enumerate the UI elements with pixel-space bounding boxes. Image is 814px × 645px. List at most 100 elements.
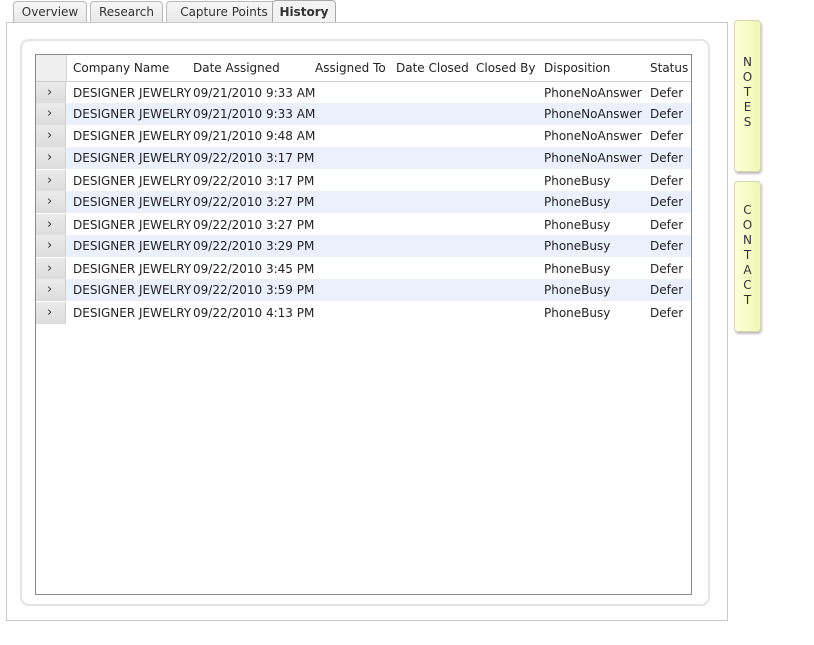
table-row[interactable]: › DESIGNER JEWELRY 09/22/2010 3:17 PM Phone… (36, 147, 691, 169)
cell-status: Defer (650, 195, 684, 209)
side-tab-letter: T (743, 85, 752, 99)
cell-status: Defer (650, 262, 684, 276)
cell-date-assigned: 09/21/2010 9:33 AM (193, 86, 316, 100)
row-expand-button[interactable]: › (36, 302, 66, 324)
side-tab-letter: C (743, 278, 752, 292)
cell-date-assigned: 09/21/2010 9:33 AM (193, 107, 316, 121)
column-header-status[interactable]: Status (650, 55, 688, 81)
cell-disposition: PhoneBusy (544, 283, 611, 297)
row-expand-button[interactable]: › (36, 147, 66, 169)
side-tab-letter: N (743, 55, 752, 69)
cell-status: Defer (650, 174, 684, 188)
cell-company-name: DESIGNER JEWELRY (73, 86, 192, 100)
side-tab-letter: O (742, 70, 753, 84)
column-header-disposition[interactable]: Disposition (544, 55, 610, 81)
cell-date-assigned: 09/22/2010 3:17 PM (193, 174, 315, 188)
cell-disposition: PhoneBusy (544, 174, 611, 188)
table-row[interactable]: › DESIGNER JEWELRY 09/22/2010 3:29 PM Phone… (36, 235, 691, 257)
contact-side-tab-label: CONTACT (735, 203, 760, 308)
chevron-right-icon: › (47, 85, 53, 100)
row-expand-button[interactable]: › (36, 279, 66, 301)
cell-company-name: DESIGNER JEWELRY (73, 107, 192, 121)
side-tab-letter: T (743, 248, 752, 262)
row-expand-button[interactable]: › (36, 125, 66, 147)
table-row[interactable]: › DESIGNER JEWELRY 09/22/2010 3:17 PM Phone… (36, 170, 691, 192)
table-row[interactable]: › DESIGNER JEWELRY 09/22/2010 3:27 PM Phone… (36, 214, 691, 236)
row-expand-button[interactable]: › (36, 258, 66, 280)
cell-disposition: PhoneBusy (544, 195, 611, 209)
contact-side-tab[interactable]: CONTACT (734, 181, 761, 332)
side-tab-letter: C (743, 203, 752, 217)
cell-date-assigned: 09/22/2010 3:59 PM (193, 283, 315, 297)
table-row[interactable]: › DESIGNER JEWELRY 09/22/2010 3:45 PM Phone… (36, 258, 691, 280)
cell-disposition: PhoneBusy (544, 218, 611, 232)
chevron-right-icon: › (47, 173, 53, 188)
grid-header: Company Name Date Assigned Assigned To D… (36, 55, 691, 82)
side-tab-letter: T (743, 293, 752, 307)
cell-company-name: DESIGNER JEWELRY (73, 195, 192, 209)
table-row[interactable]: › DESIGNER JEWELRY 09/21/2010 9:33 AM Phone… (36, 82, 691, 104)
table-row[interactable]: › DESIGNER JEWELRY 09/21/2010 9:48 AM Phone… (36, 125, 691, 147)
cell-status: Defer (650, 218, 684, 232)
cell-disposition: PhoneNoAnswer (544, 107, 642, 121)
column-header-date-closed[interactable]: Date Closed (396, 55, 469, 81)
cell-date-assigned: 09/22/2010 3:45 PM (193, 262, 315, 276)
cell-company-name: DESIGNER JEWELRY (73, 306, 192, 320)
row-expand-button[interactable]: › (36, 235, 66, 257)
tab-research[interactable]: Research (90, 1, 163, 22)
tab-capture-points[interactable]: Capture Points (166, 1, 282, 22)
cell-date-assigned: 09/22/2010 3:17 PM (193, 151, 315, 165)
cell-company-name: DESIGNER JEWELRY (73, 239, 192, 253)
cell-disposition: PhoneBusy (544, 262, 611, 276)
grid-header-corner (36, 55, 67, 81)
table-row[interactable]: › DESIGNER JEWELRY 09/22/2010 4:13 PM Phone… (36, 302, 691, 324)
side-tab-letter: S (743, 115, 752, 129)
tab-history[interactable]: History (272, 0, 336, 23)
notes-side-tab-label: NOTES (735, 55, 760, 130)
chevron-right-icon: › (47, 305, 53, 320)
column-header-date-assigned[interactable]: Date Assigned (193, 55, 280, 81)
cell-status: Defer (650, 283, 684, 297)
cell-disposition: PhoneBusy (544, 239, 611, 253)
row-expand-button[interactable]: › (36, 170, 66, 192)
chevron-right-icon: › (47, 282, 53, 297)
cell-status: Defer (650, 239, 684, 253)
side-tab-letter: N (743, 233, 752, 247)
cell-company-name: DESIGNER JEWELRY (73, 218, 192, 232)
chevron-right-icon: › (47, 106, 53, 121)
row-expand-button[interactable]: › (36, 82, 66, 104)
cell-status: Defer (650, 107, 684, 121)
column-header-closed-by[interactable]: Closed By (476, 55, 535, 81)
cell-date-assigned: 09/22/2010 3:27 PM (193, 218, 315, 232)
side-tab-letter: O (742, 218, 753, 232)
cell-disposition: PhoneNoAnswer (544, 86, 642, 100)
cell-date-assigned: 09/22/2010 3:27 PM (193, 195, 315, 209)
cell-company-name: DESIGNER JEWELRY (73, 151, 192, 165)
chevron-right-icon: › (47, 238, 53, 253)
table-row[interactable]: › DESIGNER JEWELRY 09/21/2010 9:33 AM Phone… (36, 103, 691, 125)
tab-overview[interactable]: Overview (13, 1, 87, 22)
cell-disposition: PhoneNoAnswer (544, 151, 642, 165)
row-expand-button[interactable]: › (36, 214, 66, 236)
cell-status: Defer (650, 129, 684, 143)
cell-status: Defer (650, 86, 684, 100)
chevron-right-icon: › (47, 150, 53, 165)
cell-disposition: PhoneNoAnswer (544, 129, 642, 143)
side-tab-letter: E (743, 100, 752, 114)
chevron-right-icon: › (47, 217, 53, 232)
cell-status: Defer (650, 306, 684, 320)
row-expand-button[interactable]: › (36, 191, 66, 213)
column-header-assigned-to[interactable]: Assigned To (315, 55, 386, 81)
row-expand-button[interactable]: › (36, 103, 66, 125)
table-row[interactable]: › DESIGNER JEWELRY 09/22/2010 3:27 PM Phone… (36, 191, 691, 213)
chevron-right-icon: › (47, 128, 53, 143)
cell-company-name: DESIGNER JEWELRY (73, 174, 192, 188)
chevron-right-icon: › (47, 194, 53, 209)
cell-company-name: DESIGNER JEWELRY (73, 129, 192, 143)
history-grid: Company Name Date Assigned Assigned To D… (35, 54, 692, 595)
cell-date-assigned: 09/21/2010 9:48 AM (193, 129, 316, 143)
table-row[interactable]: › DESIGNER JEWELRY 09/22/2010 3:59 PM Phone… (36, 279, 691, 301)
notes-side-tab[interactable]: NOTES (734, 20, 761, 172)
cell-status: Defer (650, 151, 684, 165)
column-header-company-name[interactable]: Company Name (73, 55, 169, 81)
